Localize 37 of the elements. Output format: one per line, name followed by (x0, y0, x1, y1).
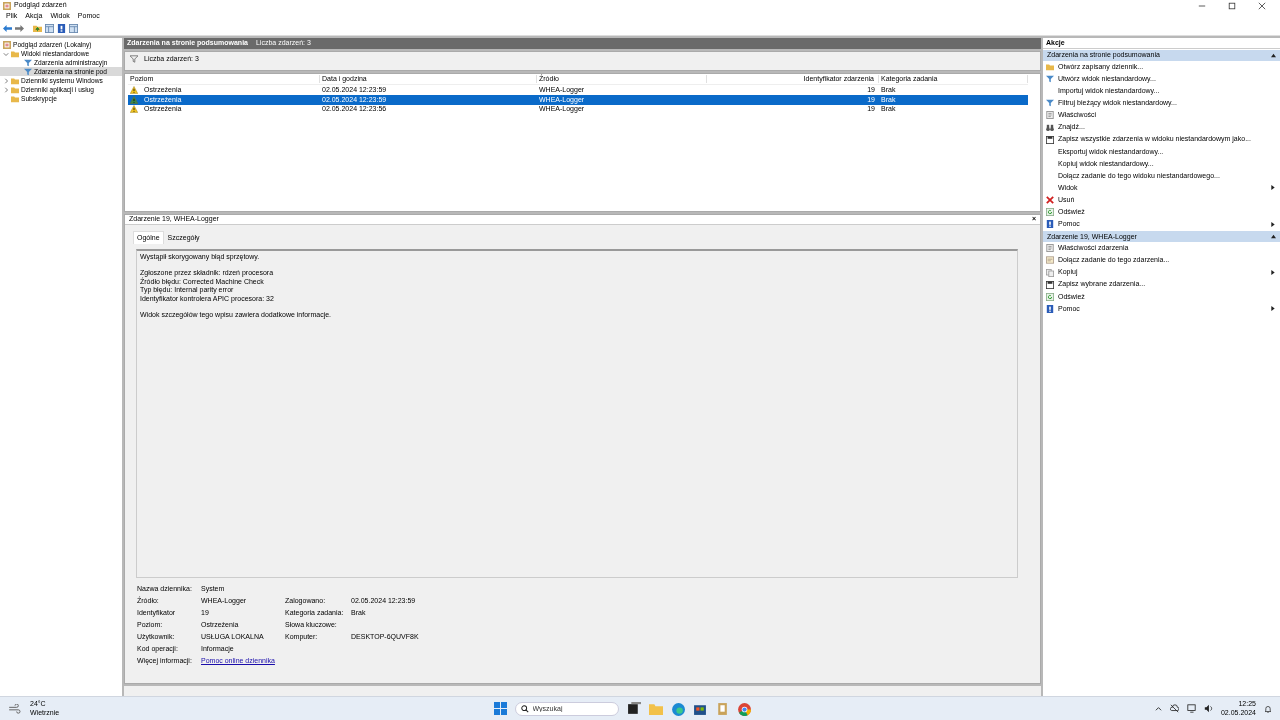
help-icon (1046, 220, 1054, 229)
document-icon (1046, 111, 1054, 120)
bell-icon[interactable] (1264, 704, 1272, 713)
copy-icon (1046, 268, 1054, 277)
help-icon (1046, 304, 1054, 313)
binoculars-icon (1046, 123, 1054, 132)
folder-icon (11, 49, 19, 58)
chevron-up-icon[interactable] (1154, 705, 1162, 712)
folder-up-icon[interactable] (33, 24, 42, 33)
back-arrow-icon[interactable] (3, 24, 12, 33)
task-view-icon[interactable] (626, 701, 641, 716)
windows-start-icon[interactable] (493, 702, 507, 715)
wind-icon[interactable] (8, 703, 22, 714)
folder-icon (1046, 63, 1054, 72)
cloud-icon[interactable] (1169, 704, 1179, 713)
forward-arrow-icon[interactable] (15, 24, 24, 33)
collapse-arrow-icon[interactable] (1271, 53, 1276, 58)
help-icon[interactable] (57, 24, 66, 33)
monitor-icon[interactable] (1186, 704, 1196, 713)
speaker-icon[interactable] (1203, 704, 1213, 713)
task-icon (1046, 256, 1054, 265)
refresh-icon (1046, 208, 1054, 217)
refresh-icon (1046, 292, 1054, 301)
log-viewer-icon (3, 1, 11, 10)
filter-icon (1046, 75, 1054, 84)
filter-icon (130, 55, 138, 63)
collapse-arrow-icon[interactable] (1271, 234, 1276, 240)
panel-icon[interactable] (69, 24, 78, 33)
filter-icon (1046, 99, 1054, 108)
chrome-icon[interactable] (736, 701, 751, 716)
maximize-icon[interactable] (1228, 1, 1236, 10)
search-icon (520, 704, 529, 713)
document-icon (1046, 244, 1054, 253)
browser-icon[interactable] (670, 701, 685, 716)
close-icon (1046, 196, 1054, 205)
close-icon[interactable] (1258, 1, 1266, 10)
panel-icon[interactable] (45, 24, 54, 33)
